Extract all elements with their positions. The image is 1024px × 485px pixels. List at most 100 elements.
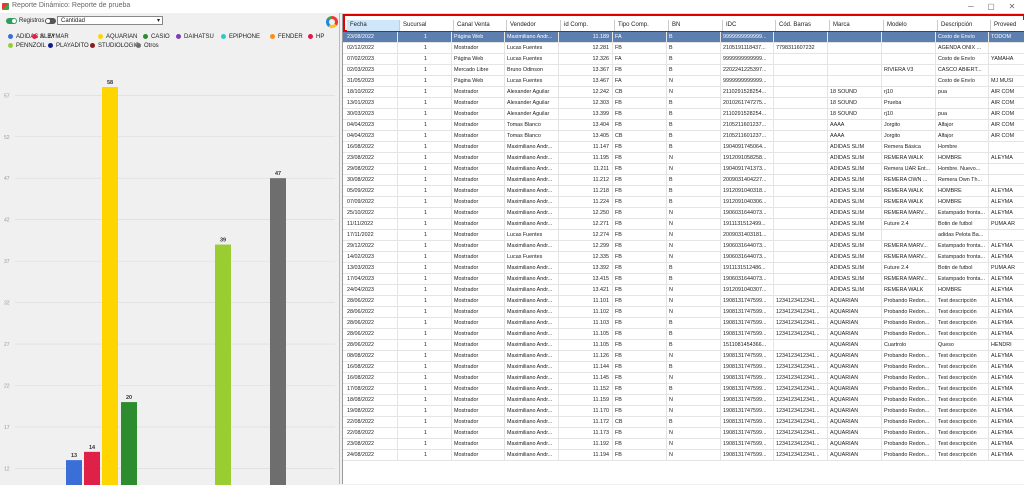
table-row[interactable]: 28/06/2022 1 Mostrador Maximiliano Andr... 1… (343, 307, 1024, 318)
column-header[interactable]: Sucursal (400, 20, 454, 31)
table-row[interactable]: 23/08/2022 1 Página Web Maximiliano Andr...… (343, 32, 1024, 43)
cantidad-toggle[interactable] (45, 18, 56, 24)
legend-item[interactable]: Otros (136, 43, 159, 49)
data-grid[interactable]: Fecha Sucursal Canal Venta Vendedor id Comp.… (342, 14, 1024, 484)
chart-type-icon[interactable] (326, 16, 338, 28)
legend-item[interactable]: STUDIOLOGIC (90, 43, 139, 49)
table-row[interactable]: 02/12/2022 1 Mostrador Lucas Fuentes 12.281 F… (343, 43, 1024, 54)
table-row[interactable]: 17/04/2023 1 Mostrador Maximiliano Andr... 1… (343, 274, 1024, 285)
table-cell: 1 (398, 329, 452, 340)
column-header[interactable]: Marca (830, 20, 884, 31)
table-row[interactable]: 04/04/2023 1 Mostrador Tomas Blanco 13.405 CB… (343, 131, 1024, 142)
legend-item[interactable]: PENNZOIL (8, 43, 46, 49)
grid-header: Fecha Sucursal Canal Venta Vendedor id Comp.… (343, 14, 1024, 32)
metric-dropdown-value: Cantidad (61, 18, 86, 24)
table-cell: HOMBRE (936, 285, 989, 296)
table-cell: Estampado fronta... (936, 274, 989, 285)
legend-item[interactable]: ALEYMAR (32, 34, 69, 40)
column-header[interactable]: Modelo (884, 20, 938, 31)
table-row[interactable]: 05/09/2022 1 Mostrador Maximiliano Andr... 1… (343, 186, 1024, 197)
table-row[interactable]: 29/08/2022 1 Mostrador Maximiliano Andr... 1… (343, 164, 1024, 175)
legend-item[interactable]: EPIPHONE (221, 34, 260, 40)
bar-aquarian[interactable] (102, 87, 118, 485)
legend-item[interactable]: HP (308, 34, 324, 40)
table-row[interactable]: 30/08/2022 1 Mostrador Maximiliano Andr... 1… (343, 175, 1024, 186)
table-cell: Remera Básica (882, 142, 936, 153)
table-row[interactable]: 29/12/2022 1 Mostrador Maximiliano Andr... 1… (343, 241, 1024, 252)
table-row[interactable]: 16/08/2022 1 Mostrador Maximiliano Andr... 1… (343, 373, 1024, 384)
table-row[interactable]: 16/08/2022 1 Mostrador Maximiliano Andr... 1… (343, 362, 1024, 373)
column-header[interactable]: Proveed (991, 20, 1024, 31)
table-cell: 1 (398, 87, 452, 98)
table-row[interactable]: 28/06/2022 1 Mostrador Maximiliano Andr... 1… (343, 318, 1024, 329)
table-cell: Estampado fronta... (936, 241, 989, 252)
table-row[interactable]: 17/08/2022 1 Mostrador Maximiliano Andr... 1… (343, 384, 1024, 395)
bar-aleymar[interactable] (84, 451, 100, 485)
table-row[interactable]: 07/09/2022 1 Mostrador Maximiliano Andr... 1… (343, 197, 1024, 208)
legend-item[interactable]: CASIO (143, 34, 170, 40)
column-header[interactable]: IDC (723, 20, 776, 31)
metric-dropdown[interactable]: Cantidad ▾ (57, 16, 163, 25)
table-cell: Mostrador (452, 428, 505, 439)
table-row[interactable]: 18/10/2022 1 Mostrador Alexander Aguilar 12.… (343, 87, 1024, 98)
column-header[interactable]: Tipo Comp. (615, 20, 669, 31)
table-row[interactable]: 28/06/2022 1 Mostrador Maximiliano Andr... 1… (343, 340, 1024, 351)
legend-item[interactable]: AQUARIAN (98, 34, 137, 40)
table-row[interactable]: 14/02/2023 1 Mostrador Lucas Fuentes 12.335 F… (343, 252, 1024, 263)
table-cell: AIR COM (989, 87, 1024, 98)
table-cell: 02/12/2022 (345, 43, 398, 54)
table-row[interactable]: 13/01/2023 1 Mostrador Alexander Aguilar 12.… (343, 98, 1024, 109)
maximize-button[interactable]: ▢ (981, 1, 1001, 12)
column-header[interactable]: BN (669, 20, 723, 31)
legend-item[interactable]: PLAYADITO (48, 43, 89, 49)
close-button[interactable]: ✕ (1002, 1, 1022, 12)
legend-item[interactable]: FENDER (270, 34, 303, 40)
table-row[interactable]: 30/03/2023 1 Mostrador Alexander Aguilar 13.… (343, 109, 1024, 120)
minimize-button[interactable]: ─ (961, 1, 981, 12)
table-cell: 11.218 (559, 186, 613, 197)
table-cell: 19/08/2022 (345, 406, 398, 417)
column-header[interactable]: Descripción (938, 20, 991, 31)
table-row[interactable]: 17/11/2022 1 Mostrador Lucas Fuentes 12.274 F… (343, 230, 1024, 241)
table-cell: N (667, 351, 721, 362)
bar-pennzoil[interactable] (215, 244, 231, 485)
table-row[interactable]: 25/10/2022 1 Mostrador Maximiliano Andr... 1… (343, 208, 1024, 219)
table-row[interactable]: 23/08/2022 1 Mostrador Maximiliano Andr... 1… (343, 153, 1024, 164)
column-header[interactable]: Fecha (347, 20, 400, 31)
table-cell: Maximiliano Andr... (505, 164, 559, 175)
table-row[interactable]: 31/05/2023 1 Página Web Lucas Fuentes 13.467… (343, 76, 1024, 87)
table-row[interactable]: 02/03/2023 1 Mercado Libre Bruno Odinson 13.… (343, 65, 1024, 76)
registros-toggle[interactable] (6, 18, 17, 24)
table-row[interactable]: 04/04/2023 1 Mostrador Tomas Blanco 13.404 FB… (343, 120, 1024, 131)
table-row[interactable]: 13/03/2023 1 Mostrador Maximiliano Andr... 1… (343, 263, 1024, 274)
y-tick-label: 27 (4, 342, 10, 348)
table-row[interactable]: 19/08/2022 1 Mostrador Maximiliano Andr... 1… (343, 406, 1024, 417)
table-cell: 11.212 (559, 175, 613, 186)
table-cell: 13/01/2023 (345, 98, 398, 109)
table-cell: Probando Redon... (882, 384, 936, 395)
column-header[interactable]: Canal Venta (454, 20, 507, 31)
column-header[interactable]: Vendedor (507, 20, 561, 31)
table-cell: Estampado fronta... (936, 252, 989, 263)
column-header[interactable]: id Comp. (561, 20, 615, 31)
table-row[interactable]: 24/04/2023 1 Mostrador Maximiliano Andr... 1… (343, 285, 1024, 296)
table-cell: FB (613, 428, 667, 439)
table-cell: Test descripción (936, 296, 989, 307)
table-row[interactable]: 22/08/2022 1 Mostrador Maximiliano Andr... 1… (343, 417, 1024, 428)
table-row[interactable]: 08/08/2022 1 Mostrador Maximiliano Andr... 1… (343, 351, 1024, 362)
table-row[interactable]: 24/08/2022 1 Mostrador Maximiliano Andr... 1… (343, 450, 1024, 461)
bar-casio[interactable] (121, 402, 137, 485)
bar-adidas-slim[interactable] (66, 460, 82, 485)
table-row[interactable]: 22/08/2022 1 Mostrador Maximiliano Andr... 1… (343, 428, 1024, 439)
table-row[interactable]: 07/02/2023 1 Página Web Lucas Fuentes 12.326… (343, 54, 1024, 65)
table-row[interactable]: 28/06/2022 1 Mostrador Maximiliano Andr... 1… (343, 329, 1024, 340)
bar-value-label: 14 (89, 445, 96, 451)
table-row[interactable]: 16/08/2022 1 Mostrador Maximiliano Andr... 1… (343, 142, 1024, 153)
legend-item[interactable]: DAIHATSU (176, 34, 214, 40)
table-row[interactable]: 11/11/2022 1 Mostrador Maximiliano Andr... 1… (343, 219, 1024, 230)
table-row[interactable]: 28/06/2022 1 Mostrador Maximiliano Andr... 1… (343, 296, 1024, 307)
table-row[interactable]: 18/08/2022 1 Mostrador Maximiliano Andr... 1… (343, 395, 1024, 406)
table-row[interactable]: 23/08/2022 1 Mostrador Maximiliano Andr... 1… (343, 439, 1024, 450)
column-header[interactable]: Cód. Barras (776, 20, 830, 31)
bar-otros[interactable] (270, 178, 286, 485)
